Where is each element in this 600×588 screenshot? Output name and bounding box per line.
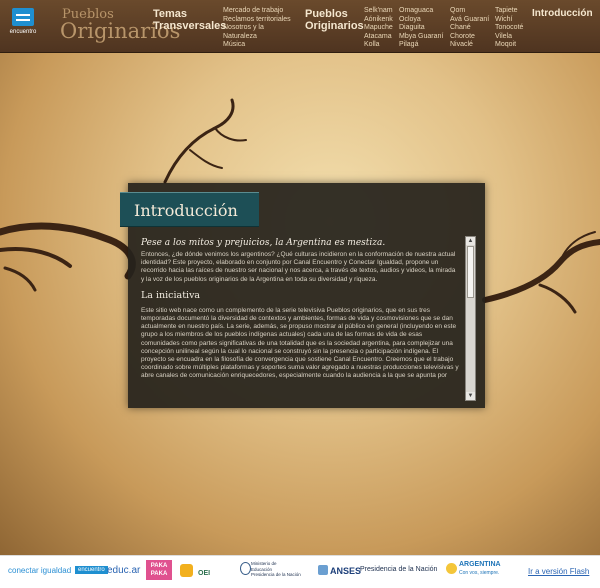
nav-item[interactable]: Pilagá [399, 41, 443, 50]
nav-item[interactable]: Kolla [364, 41, 393, 50]
section-heading-iniciativa: La iniciativa [141, 289, 201, 301]
nav-pueblos-col-1: Selk'nam Aónikenk Mapuche Atacama Kolla [364, 7, 393, 50]
nav-item[interactable]: Naturaleza [223, 33, 291, 42]
pakapaka-logo[interactable]: PAKA PAKA [146, 560, 172, 580]
scroll-thumb[interactable] [467, 246, 474, 298]
sun-icon [446, 563, 457, 574]
anses-icon [318, 565, 328, 575]
nav-item[interactable]: Wichí [495, 16, 523, 25]
nav-item[interactable]: Ocloya [399, 16, 443, 25]
nav-item[interactable]: Avá Guaraní [450, 16, 489, 25]
nav-pueblos-col-2: Omaguaca Ocloya Diaguita Mbya Guaraní Pi… [399, 7, 443, 50]
nav-item[interactable]: Chané [450, 24, 489, 33]
content-scrollbar[interactable]: ▲ ▼ [465, 236, 476, 401]
top-navigation: encuentro Pueblos Originarios Temas Tran… [0, 0, 600, 53]
ministerio-educacion-logo[interactable]: Ministerio de Educación Presidencia de l… [251, 561, 301, 578]
argentina-tagline: Con vos, siempre. [459, 570, 500, 576]
nav-item[interactable]: Reclamos territoriales [223, 16, 291, 25]
ministerio-line: Presidencia de la Nación [251, 572, 301, 577]
nav-item[interactable]: Nosotros y la [223, 24, 291, 33]
intro-title: Introducción [134, 201, 238, 220]
intro-paragraph-1: Entonces, ¿de dónde venimos los argentin… [141, 251, 456, 283]
nav-item[interactable]: Tapiete [495, 7, 523, 16]
nav-item[interactable]: Mercado de trabajo [223, 7, 291, 16]
nav-item[interactable]: Moqoit [495, 41, 523, 50]
intro-paragraph-2: Este sitio web nace como un complemento … [141, 306, 459, 380]
national-seal-icon [240, 562, 251, 575]
encuentro-logo-icon [12, 8, 34, 26]
nav-pueblos-originarios[interactable]: Pueblos Originarios [305, 8, 364, 32]
nav-item[interactable]: Qom [450, 7, 489, 16]
scroll-down-arrow-icon[interactable]: ▼ [466, 392, 475, 400]
anses-logo[interactable]: ANSES [330, 566, 361, 576]
nav-pueblos-col-4: Tapiete Wichí Tonocoté Vilela Moqoit [495, 7, 523, 50]
nav-item[interactable]: Omaguaca [399, 7, 443, 16]
oei-logo[interactable]: OEI [198, 570, 210, 577]
nav-temas-transversales[interactable]: Temas Transversales [153, 8, 226, 32]
nav-item[interactable]: Vilela [495, 33, 523, 42]
nav-item[interactable]: Diaguita [399, 24, 443, 33]
flash-version-link[interactable]: Ir a versión Flash [528, 567, 589, 576]
nav-pueblos-col-3: Qom Avá Guaraní Chané Chorote Nivaclé [450, 7, 489, 50]
conectar-igualdad-logo[interactable]: conectar igualdad [8, 566, 71, 575]
intro-title-tab: Introducción [120, 192, 259, 227]
nav-item[interactable]: Tonocoté [495, 24, 523, 33]
nav-item[interactable]: Aónikenk [364, 16, 393, 25]
colorful-blocks-logo-icon[interactable] [180, 564, 193, 577]
encuentro-footer-logo[interactable]: encuentro [75, 566, 108, 574]
nav-head-line: Pueblos [305, 8, 348, 20]
intro-lead: Pese a los mitos y prejuicios, la Argent… [141, 238, 386, 248]
nav-head-line: Originarios [305, 20, 364, 32]
partner-footer: conectar igualdad encuentro educ.ar PAKA… [0, 555, 600, 588]
scroll-up-arrow-icon[interactable]: ▲ [466, 237, 475, 245]
encuentro-logo-text: encuentro [9, 29, 37, 35]
nav-introduccion[interactable]: Introducción [532, 8, 593, 19]
nav-head-line: Transversales [153, 20, 227, 32]
nav-item[interactable]: Mapuche [364, 24, 393, 33]
nav-item[interactable]: Música [223, 41, 291, 50]
nav-item[interactable]: Chorote [450, 33, 489, 42]
nav-item[interactable]: Selk'nam [364, 7, 393, 16]
intro-content[interactable]: Pese a los mitos y prejuicios, la Argent… [141, 236, 459, 401]
presidencia-logo[interactable]: Presidencia de la Nación [360, 566, 437, 573]
nav-temas-list: Mercado de trabajo Reclamos territoriale… [223, 7, 291, 50]
nav-item[interactable]: Atacama [364, 33, 393, 42]
educar-logo[interactable]: educ.ar [107, 565, 140, 576]
nav-item[interactable]: Nivaclé [450, 41, 489, 50]
encuentro-logo[interactable]: encuentro [8, 8, 38, 40]
nav-head-line: Temas [153, 8, 188, 20]
argentina-logo[interactable]: ARGENTINA [459, 561, 501, 568]
nav-item[interactable]: Mbya Guaraní [399, 33, 443, 42]
